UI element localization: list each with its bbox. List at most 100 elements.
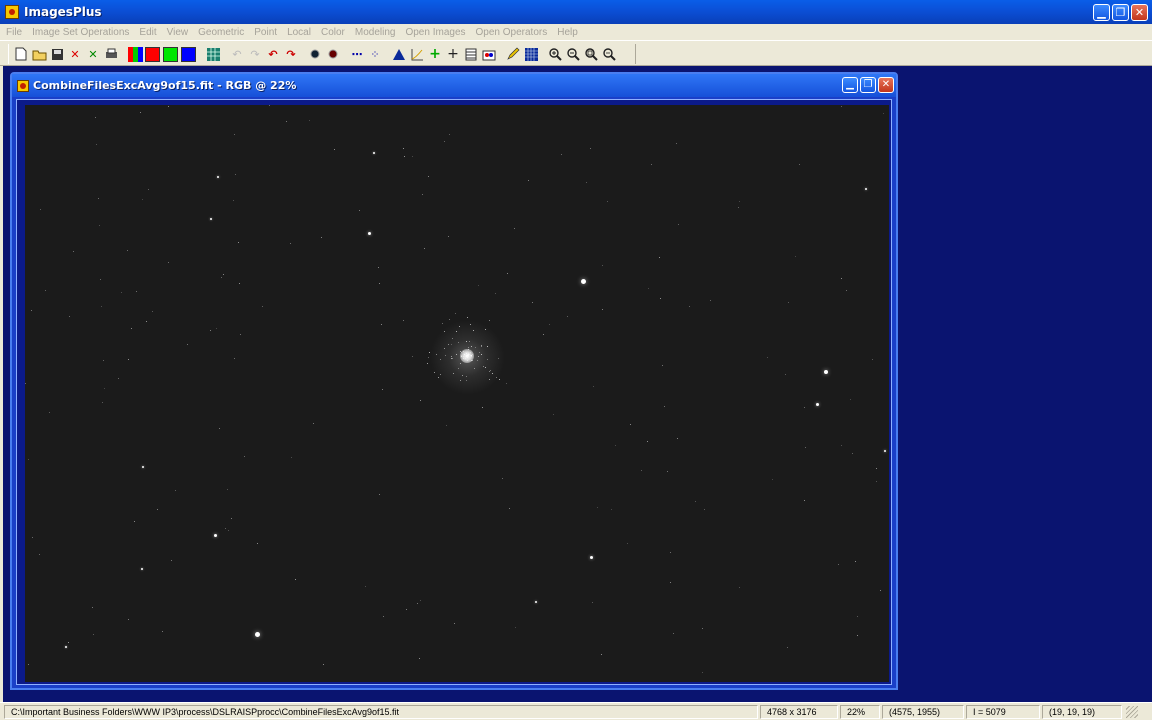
faint-star: [428, 176, 429, 177]
close-red-icon[interactable]: ✕: [67, 46, 83, 62]
crosshair-icon[interactable]: +: [445, 46, 461, 62]
faint-star: [28, 459, 29, 460]
faint-star: [449, 134, 450, 135]
image-minimize-button[interactable]: ▁: [842, 77, 858, 93]
menu-help[interactable]: Help: [557, 27, 578, 38]
faint-star: [381, 324, 382, 325]
faint-star: [128, 359, 129, 360]
menu-file[interactable]: File: [6, 27, 22, 38]
faint-star: [227, 489, 228, 490]
green-channel-icon[interactable]: [163, 46, 178, 62]
blue-channel-icon[interactable]: [181, 46, 196, 62]
redo-icon[interactable]: ↷: [283, 46, 299, 62]
faint-star: [627, 543, 628, 544]
toolbar: ✕ ✕ ↶ ↷ ↶ ↷ ⋯ ⁘ + +: [0, 40, 1152, 66]
menu-color[interactable]: Color: [321, 27, 345, 38]
dots-scatter-icon[interactable]: ⁘: [367, 46, 383, 62]
menu-modeling[interactable]: Modeling: [355, 27, 396, 38]
faint-star: [365, 586, 366, 587]
zoom-fit-icon[interactable]: [583, 46, 599, 62]
image-window-title: CombineFilesExcAvg9of15.fit - RGB @ 22%: [33, 79, 297, 92]
rgb-channels-icon[interactable]: [127, 46, 143, 62]
faint-star: [187, 344, 188, 345]
faint-star: [872, 359, 873, 360]
menu-edit[interactable]: Edit: [139, 27, 156, 38]
circle-red-icon[interactable]: [325, 46, 341, 62]
faint-star: [412, 156, 413, 157]
faint-star: [532, 302, 533, 303]
maximize-button[interactable]: ❐: [1112, 4, 1129, 21]
redo-disabled-icon[interactable]: ↷: [247, 46, 263, 62]
color-picker-icon[interactable]: [481, 46, 497, 62]
faint-star: [739, 201, 740, 202]
zoom-actual-icon[interactable]: [601, 46, 617, 62]
new-file-icon[interactable]: [13, 46, 29, 62]
faint-star: [142, 199, 143, 200]
cluster-star: [449, 319, 451, 321]
cluster-star: [468, 340, 470, 342]
astro-image-canvas[interactable]: [25, 105, 889, 682]
faint-star: [841, 106, 842, 107]
image-close-button[interactable]: ✕: [878, 77, 894, 93]
mosaic-icon[interactable]: [523, 46, 539, 62]
cluster-star: [497, 357, 499, 359]
save-icon[interactable]: [49, 46, 65, 62]
image-window[interactable]: CombineFilesExcAvg9of15.fit - RGB @ 22% …: [10, 72, 898, 690]
faint-star: [883, 113, 884, 114]
image-maximize-button[interactable]: ❐: [860, 77, 876, 93]
dots-line-icon[interactable]: ⋯: [349, 46, 365, 62]
cluster-star: [496, 376, 498, 378]
pencil-icon[interactable]: [505, 46, 521, 62]
faint-star: [234, 134, 235, 135]
faint-star: [295, 579, 296, 580]
menu-view[interactable]: View: [167, 27, 189, 38]
red-channel-icon[interactable]: [145, 46, 160, 62]
minimize-button[interactable]: ▁: [1093, 4, 1110, 21]
crosshair-green-icon[interactable]: +: [427, 46, 443, 62]
menu-local[interactable]: Local: [287, 27, 311, 38]
faint-star: [101, 306, 102, 307]
cluster-star: [452, 337, 454, 339]
faint-star: [670, 582, 671, 583]
image-window-titlebar[interactable]: CombineFilesExcAvg9of15.fit - RGB @ 22% …: [12, 74, 896, 97]
faint-star: [855, 561, 856, 562]
faint-star: [131, 328, 132, 329]
star: [580, 278, 586, 284]
menu-open-operators[interactable]: Open Operators: [476, 27, 548, 38]
faint-star: [25, 383, 26, 384]
faint-star: [805, 447, 806, 448]
faint-star: [647, 441, 648, 442]
faint-star: [592, 602, 593, 603]
faint-star: [838, 564, 839, 565]
faint-star: [602, 309, 603, 310]
open-folder-icon[interactable]: [31, 46, 47, 62]
undo-icon[interactable]: ↶: [265, 46, 281, 62]
faint-star: [121, 292, 122, 293]
menu-open-images[interactable]: Open Images: [405, 27, 465, 38]
grid-icon[interactable]: [205, 46, 221, 62]
menu-point[interactable]: Point: [254, 27, 277, 38]
faint-star: [417, 603, 418, 604]
close-button[interactable]: ✕: [1131, 4, 1148, 21]
cluster-star: [489, 319, 491, 321]
resize-grip-icon[interactable]: [1126, 705, 1138, 718]
undo-disabled-icon[interactable]: ↶: [229, 46, 245, 62]
menu-geometric[interactable]: Geometric: [198, 27, 244, 38]
histogram-icon[interactable]: [391, 46, 407, 62]
curve-icon[interactable]: [409, 46, 425, 62]
circle-dark-icon[interactable]: [307, 46, 323, 62]
zoom-out-icon[interactable]: [565, 46, 581, 62]
app-titlebar[interactable]: ImagesPlus ▁ ❐ ✕: [0, 0, 1152, 24]
print-icon[interactable]: [103, 46, 119, 62]
faint-star: [876, 481, 877, 482]
cluster-star: [469, 323, 471, 325]
menu-image-set-operations[interactable]: Image Set Operations: [32, 27, 129, 38]
faint-star: [677, 438, 678, 439]
close-green-icon[interactable]: ✕: [85, 46, 101, 62]
faint-star: [667, 471, 668, 472]
faint-star: [478, 285, 479, 286]
table-icon[interactable]: [463, 46, 479, 62]
app-icon[interactable]: [5, 5, 19, 19]
zoom-in-icon[interactable]: [547, 46, 563, 62]
image-window-icon[interactable]: [17, 79, 29, 92]
